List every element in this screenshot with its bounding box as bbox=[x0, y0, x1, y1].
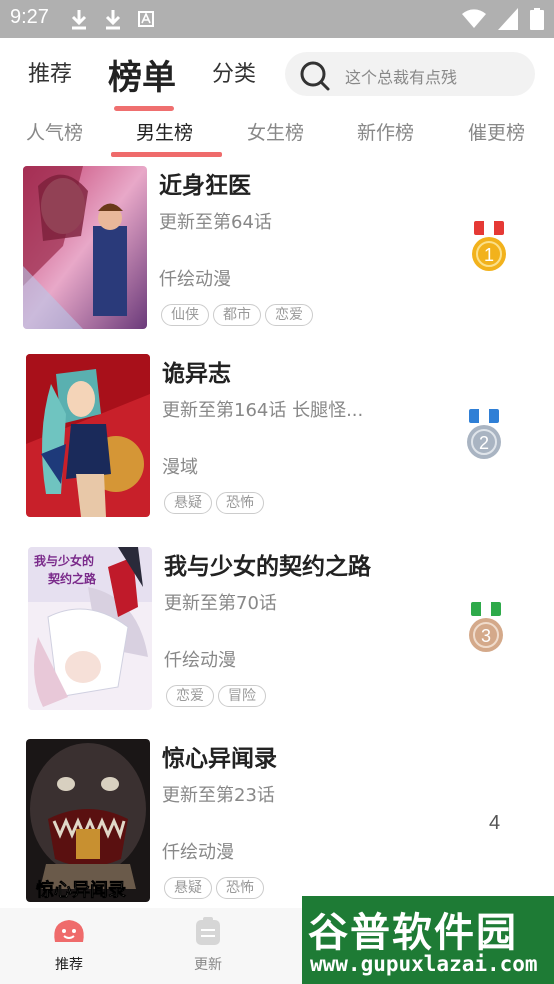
tag: 恐怖 bbox=[216, 877, 264, 899]
tab-recommend[interactable]: 推荐 bbox=[28, 56, 72, 88]
tab-categories[interactable]: 分类 bbox=[212, 56, 256, 88]
tab-new[interactable]: 新作榜 bbox=[357, 118, 414, 145]
signal-icon bbox=[498, 8, 518, 30]
comic-update-status: 更新至第64话 bbox=[159, 212, 272, 233]
update-icon bbox=[196, 917, 220, 945]
bottom-tab-label: 推荐 bbox=[55, 957, 83, 973]
comic-title[interactable]: 惊心异闻录 bbox=[162, 739, 277, 773]
comic-cover[interactable] bbox=[26, 354, 150, 517]
tag: 冒险 bbox=[218, 685, 266, 707]
bottom-tab-label: 更新 bbox=[194, 957, 222, 973]
rank-number: 2 bbox=[479, 433, 489, 453]
download-icon bbox=[71, 10, 87, 30]
list-item[interactable]: 我与少女的 契约之路 我与少女的契约之路 更新至第70话 仟绘动漫 恋爱 冒险 … bbox=[0, 539, 554, 727]
battery-icon bbox=[530, 8, 544, 30]
comic-cover[interactable] bbox=[23, 166, 147, 329]
watermark-url: www.gupuxlazai.com bbox=[310, 952, 538, 976]
top-nav: 推荐 榜单 分类 这个总裁有点残 bbox=[0, 38, 554, 112]
sub-tab-indicator bbox=[111, 152, 222, 157]
comic-author: 漫域 bbox=[162, 457, 198, 478]
list-item[interactable]: 诡异志 更新至第164话 长腿怪... 漫域 悬疑 恐怖 2 bbox=[0, 346, 554, 534]
comic-update-status: 更新至第23话 bbox=[162, 785, 275, 806]
silver-medal-icon: 2 bbox=[467, 409, 501, 459]
font-icon bbox=[138, 11, 154, 27]
download-icon bbox=[105, 10, 121, 30]
search-icon bbox=[300, 61, 330, 91]
tag: 都市 bbox=[213, 304, 261, 326]
tab-popular[interactable]: 人气榜 bbox=[26, 118, 83, 145]
comic-author: 仟绘动漫 bbox=[159, 269, 231, 290]
comic-title[interactable]: 我与少女的契约之路 bbox=[164, 547, 371, 581]
wifi-icon bbox=[462, 9, 486, 28]
tab-urge-update[interactable]: 催更榜 bbox=[468, 118, 525, 145]
svg-text:惊心异闻录: 惊心异闻录 bbox=[36, 879, 126, 901]
comic-cover[interactable]: 惊心异闻录 bbox=[26, 739, 150, 902]
comic-title[interactable]: 近身狂医 bbox=[159, 166, 251, 200]
list-item[interactable]: 近身狂医 更新至第64话 仟绘动漫 仙侠 都市 恋爱 1 bbox=[0, 158, 554, 346]
comic-title[interactable]: 诡异志 bbox=[162, 354, 231, 388]
status-time: 9:27 bbox=[10, 6, 49, 28]
tag-list: 悬疑 恐怖 bbox=[164, 877, 264, 899]
tag: 恋爱 bbox=[166, 685, 214, 707]
tag: 悬疑 bbox=[164, 877, 212, 899]
rank-number: 1 bbox=[484, 245, 494, 265]
active-tab-indicator bbox=[114, 106, 174, 111]
gold-medal-icon: 1 bbox=[472, 221, 506, 271]
list-item[interactable]: 惊心异闻录 惊心异闻录 更新至第23话 仟绘动漫 悬疑 恐怖 4 bbox=[0, 731, 554, 919]
comic-cover[interactable]: 我与少女的 契约之路 bbox=[28, 547, 152, 710]
tag-list: 恋爱 冒险 bbox=[166, 685, 266, 707]
tag-list: 仙侠 都市 恋爱 bbox=[161, 304, 313, 326]
svg-text:契约之路: 契约之路 bbox=[47, 571, 97, 586]
watermark: 谷普软件园 www.gupuxlazai.com bbox=[302, 896, 554, 984]
status-bar: 9:27 bbox=[0, 0, 554, 38]
watermark-title: 谷普软件园 bbox=[308, 910, 518, 956]
tag: 悬疑 bbox=[164, 492, 212, 514]
comic-update-status: 更新至第164话 长腿怪... bbox=[162, 400, 364, 421]
comic-author: 仟绘动漫 bbox=[162, 842, 234, 863]
svg-text:我与少女的: 我与少女的 bbox=[34, 553, 94, 568]
search-box[interactable]: 这个总裁有点残 bbox=[285, 52, 535, 96]
ranking-sub-tabs: 人气榜 男生榜 女生榜 新作榜 催更榜 bbox=[0, 112, 554, 158]
tab-male[interactable]: 男生榜 bbox=[136, 118, 193, 145]
bottom-tab-recommend[interactable]: 推荐 bbox=[29, 916, 109, 974]
rank-number: 3 bbox=[481, 626, 491, 646]
tag: 恋爱 bbox=[265, 304, 313, 326]
tag: 恐怖 bbox=[216, 492, 264, 514]
bronze-medal-icon: 3 bbox=[469, 602, 503, 652]
tag-list: 悬疑 恐怖 bbox=[164, 492, 264, 514]
comic-update-status: 更新至第70话 bbox=[164, 593, 277, 614]
tab-rankings[interactable]: 榜单 bbox=[108, 50, 176, 99]
search-input[interactable]: 这个总裁有点残 bbox=[345, 64, 457, 88]
tag: 仙侠 bbox=[161, 304, 209, 326]
smile-icon bbox=[54, 920, 84, 942]
rank-number: 4 bbox=[489, 812, 501, 834]
comic-author: 仟绘动漫 bbox=[164, 650, 236, 671]
bottom-tab-update[interactable]: 更新 bbox=[168, 916, 248, 974]
tab-female[interactable]: 女生榜 bbox=[247, 118, 304, 145]
